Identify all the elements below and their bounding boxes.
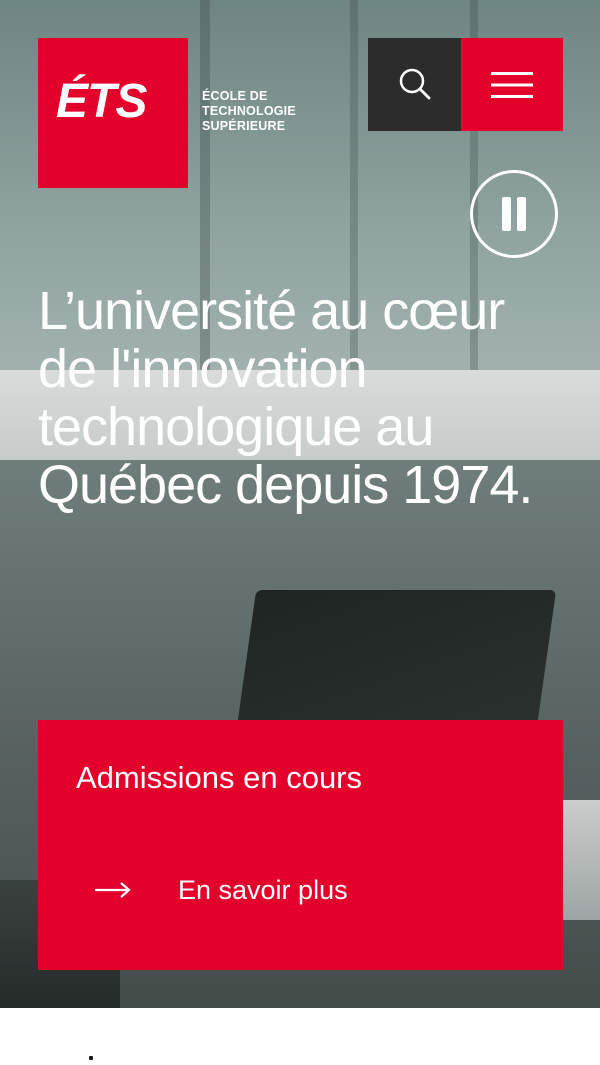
hamburger-menu-icon (491, 71, 533, 98)
hero-headline: L’université au cœur de l'innovation tec… (38, 281, 533, 515)
menu-button[interactable] (461, 38, 563, 131)
admissions-title: Admissions en cours (76, 760, 363, 795)
logo-line-2: TECHNOLOGIE (202, 104, 296, 118)
learn-more-link[interactable]: En savoir plus (93, 874, 348, 906)
search-button[interactable] (368, 38, 461, 131)
learn-more-label: En savoir plus (178, 875, 348, 905)
admissions-card: Admissions en cours En savoir plus (38, 720, 563, 970)
logo-wordmark: ÉCOLE DE TECHNOLOGIE SUPÉRIEURE (202, 89, 296, 134)
pause-icon (499, 197, 529, 231)
pause-video-button[interactable] (470, 170, 558, 258)
arrow-right-icon (95, 882, 131, 898)
ets-logo[interactable]: ÉTS (38, 38, 188, 188)
search-icon (399, 68, 430, 99)
logo-line-3: SUPÉRIEURE (202, 119, 286, 133)
partial-content-mark (89, 1056, 93, 1060)
logo-mark: ÉTS (56, 75, 147, 128)
logo-line-1: ÉCOLE DE (202, 89, 268, 103)
